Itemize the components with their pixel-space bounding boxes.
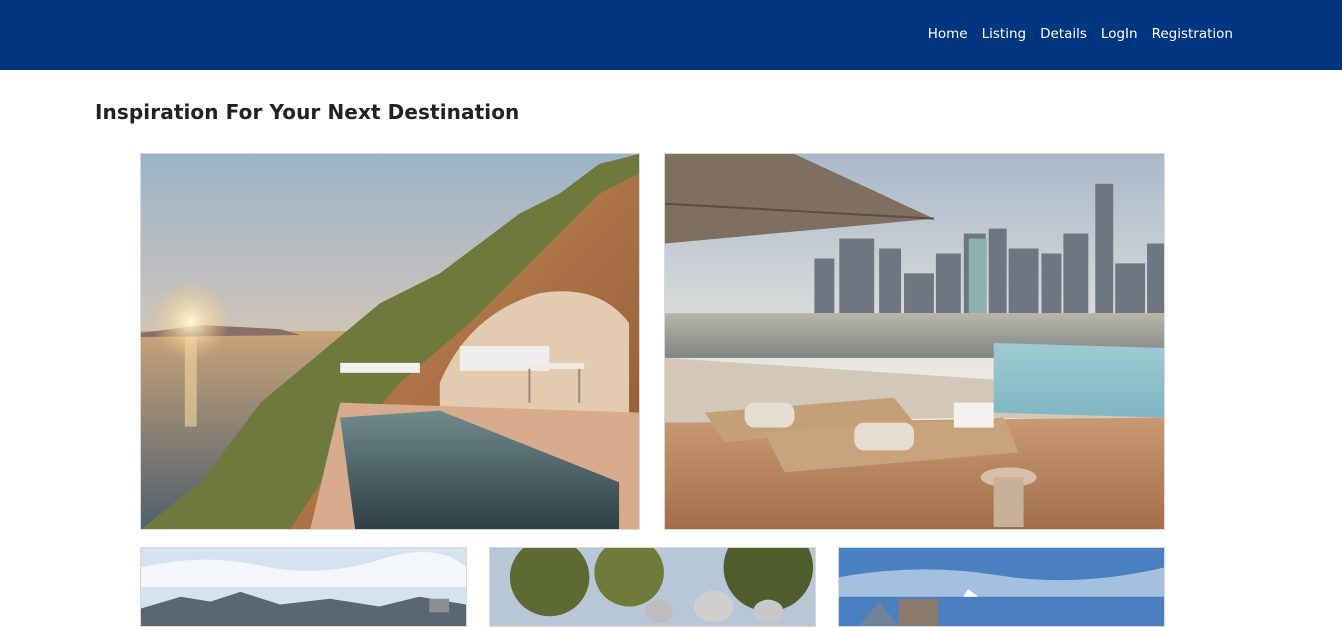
glass-pyramid-image (839, 548, 1164, 626)
nav-link-details[interactable]: Details (1040, 26, 1087, 42)
nav-link-registration[interactable]: Registration (1152, 26, 1233, 42)
nav-link-home[interactable]: Home (928, 26, 968, 42)
rooftop-pool-image (665, 154, 1164, 529)
destination-card-rooftop[interactable] (664, 153, 1165, 530)
nav-link-login[interactable]: LogIn (1101, 26, 1138, 42)
nav-link-listing[interactable]: Listing (982, 26, 1026, 42)
page-title: Inspiration For Your Next Destination (95, 100, 520, 124)
destination-card-sculpture-garden[interactable] (489, 547, 816, 627)
destination-card-mountain-town[interactable] (140, 547, 467, 627)
mountain-town-image (141, 548, 466, 626)
nav-links: Home Listing Details LogIn Registration (928, 26, 1233, 42)
destination-card-glass-pyramid[interactable] (838, 547, 1165, 627)
top-navbar: Home Listing Details LogIn Registration (0, 0, 1342, 70)
destination-card-cliffside[interactable] (140, 153, 640, 530)
sculpture-garden-image (490, 548, 815, 626)
cliffside-pool-image (141, 154, 639, 529)
